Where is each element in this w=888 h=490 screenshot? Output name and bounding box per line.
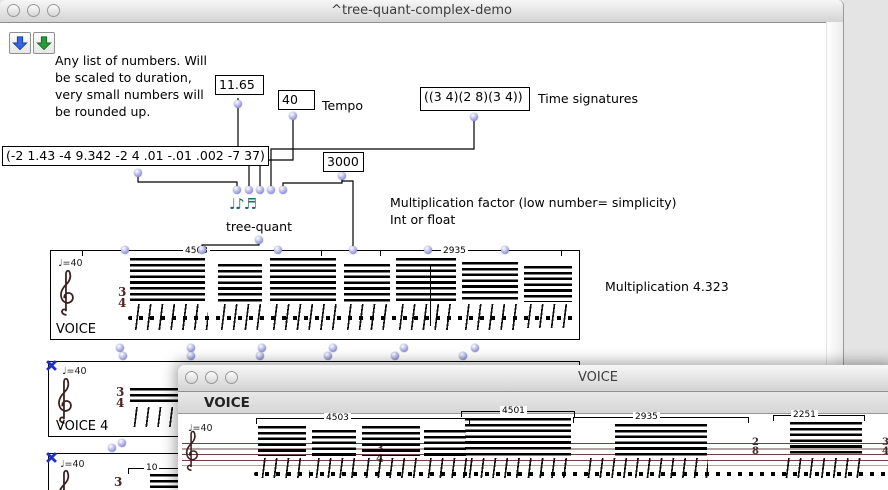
- connection-ball[interactable]: [459, 352, 467, 360]
- notation-beams: [344, 264, 390, 302]
- notation-beams: [150, 474, 180, 488]
- connection-ball[interactable]: [424, 246, 432, 254]
- connection-ball[interactable]: [116, 344, 124, 352]
- connection-ball[interactable]: [501, 246, 509, 254]
- voice-header-label: VOICE: [204, 395, 250, 411]
- notation-noteheads: [254, 472, 888, 476]
- notation-beams: [790, 422, 862, 456]
- notation-beams: [465, 418, 571, 456]
- notation-stems: [126, 407, 180, 427]
- connection-ball[interactable]: [338, 172, 346, 180]
- tuplet-bracket: [380, 250, 562, 256]
- tuplet-number: 4501: [500, 406, 527, 416]
- timesig-value-box[interactable]: ((3 4)(2 8)(3 4)): [420, 87, 530, 111]
- time-signature: 34: [116, 387, 124, 409]
- connection-ball[interactable]: [324, 352, 332, 360]
- notation-beams: [270, 258, 336, 302]
- notation-beams: [218, 264, 262, 302]
- tuplet-number: 4503: [324, 413, 351, 423]
- connection-ball[interactable]: [274, 246, 282, 254]
- voice-titlebar[interactable]: VOICE: [178, 365, 888, 392]
- tree-quant-notes-icon: ♩♪♬: [229, 195, 256, 213]
- tuplet-bracket: [256, 418, 470, 424]
- treble-clef-icon: [54, 468, 76, 490]
- connection-ball[interactable]: [255, 236, 263, 244]
- connection-ball[interactable]: [267, 186, 275, 194]
- connection-ball[interactable]: [234, 100, 242, 108]
- number-list-box[interactable]: (-2 1.43 -4 9.342 -2 4 .01 -.01 .002 -7 …: [2, 146, 269, 166]
- connection-ball[interactable]: [258, 344, 266, 352]
- notation-beams: [258, 426, 306, 456]
- time-signature: 34: [118, 287, 126, 309]
- notation-beams: [130, 258, 205, 302]
- desktop: ^tree-quant-complex-demo Any list of num…: [0, 0, 888, 490]
- notation-beams: [130, 388, 178, 405]
- tempo-value-box[interactable]: 40: [278, 90, 315, 110]
- connection-ball[interactable]: [391, 352, 399, 360]
- connection-ball[interactable]: [233, 186, 241, 194]
- connection-ball[interactable]: [119, 352, 127, 360]
- connection-ball[interactable]: [134, 169, 142, 177]
- connection-ball[interactable]: [400, 344, 408, 352]
- tuplet-bracket: [773, 415, 865, 421]
- connection-ball[interactable]: [118, 439, 126, 447]
- tuplet-number: 2935: [441, 246, 468, 256]
- notation-beams: [524, 266, 572, 302]
- connection-ball[interactable]: [349, 246, 357, 254]
- connection-ball[interactable]: [279, 186, 287, 194]
- duration-value-box[interactable]: 3000: [323, 152, 364, 172]
- connection-ball[interactable]: [187, 352, 195, 360]
- treble-clef-icon: [182, 429, 202, 473]
- connection-ball[interactable]: [471, 344, 479, 352]
- notation-beams: [362, 426, 420, 456]
- connection-ball[interactable]: [256, 186, 264, 194]
- notation-beams: [396, 258, 456, 302]
- connection-ball[interactable]: [121, 246, 129, 254]
- close-box-icon[interactable]: [46, 452, 57, 463]
- notation-noteheads: [128, 316, 576, 320]
- tuplet-bracket: [573, 417, 749, 423]
- score-voice4-label: VOICE 4: [56, 419, 108, 434]
- minimize-window-icon[interactable]: [205, 371, 218, 384]
- zoom-window-icon[interactable]: [225, 371, 238, 384]
- treble-clef-icon: [56, 268, 78, 318]
- connection-ball[interactable]: [198, 246, 206, 254]
- tuplet-number: 10: [144, 463, 159, 473]
- connection-ball[interactable]: [187, 344, 195, 352]
- time-signature-change: 28: [752, 438, 759, 456]
- connection-ball[interactable]: [256, 352, 264, 360]
- notation-beams: [615, 424, 707, 458]
- notation-beams: [312, 430, 356, 456]
- connection-ball[interactable]: [289, 112, 297, 120]
- close-window-icon[interactable]: [185, 371, 198, 384]
- scaler-value-box[interactable]: 11.65: [215, 75, 264, 95]
- connection-ball[interactable]: [329, 344, 337, 352]
- connection-ball[interactable]: [108, 444, 116, 452]
- window-title: VOICE: [558, 370, 638, 385]
- connection-ball[interactable]: [245, 186, 253, 194]
- notation-beams: [424, 430, 466, 456]
- score-voice-label: VOICE: [56, 322, 96, 337]
- time-signature: 3: [114, 477, 122, 488]
- tuplet-number: 2251: [791, 410, 818, 420]
- tuplet-number: 2935: [633, 412, 660, 422]
- time-signature-change: 34: [882, 438, 888, 456]
- close-box-icon[interactable]: [46, 360, 57, 371]
- connection-ball[interactable]: [470, 113, 478, 121]
- notation-beams: [462, 262, 518, 302]
- voice-window: VOICE VOICE ♩=40 34 4503 4501 2935 2251: [178, 365, 888, 490]
